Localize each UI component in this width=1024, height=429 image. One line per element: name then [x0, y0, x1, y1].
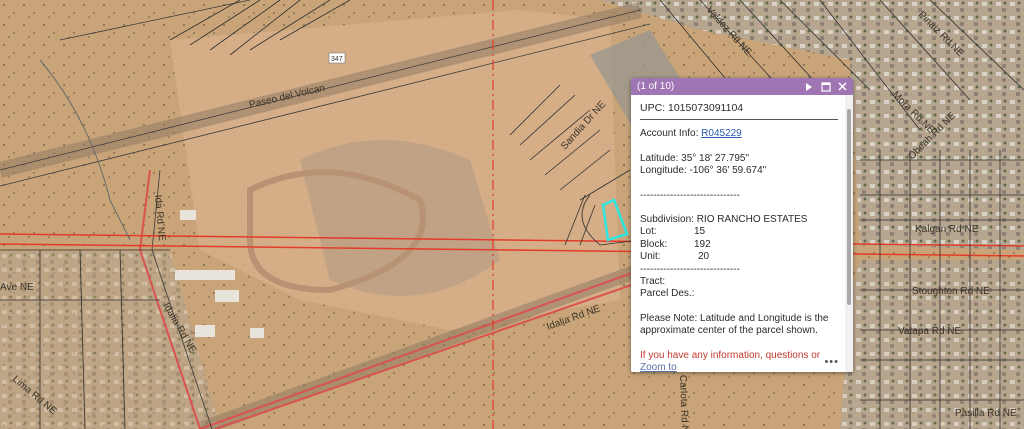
unit-value: 20 — [698, 251, 710, 263]
block-label: Block: — [640, 238, 668, 250]
play-icon[interactable] — [802, 80, 815, 93]
unit-row: Unit: 20 — [640, 251, 836, 263]
block-row: Block: 192 — [640, 239, 836, 251]
note-text: Please Note: Latitude and Longitude is t… — [640, 312, 829, 337]
longitude-text: Longitude: -106° 36' 59.674" — [640, 165, 767, 177]
block-value: 192 — [694, 238, 711, 250]
popup-scrollbar[interactable] — [845, 95, 853, 372]
more-actions-icon[interactable]: ••• — [824, 356, 839, 368]
feature-count: (1 of 10) — [637, 81, 675, 92]
upc-value: UPC: 1015073091104 — [640, 102, 838, 121]
lot-row: Lot: 15 — [640, 226, 836, 238]
label-stoughton-rd: Stoughton Rd NE — [912, 286, 990, 297]
label-carlota-rd: Carlota Rd NE — [677, 375, 690, 429]
account-label: Account Info: — [640, 128, 702, 140]
separator: ------------------------------ — [640, 189, 740, 201]
parcel-info-popup[interactable]: (1 of 10) UPC: 1015073091104 Account Inf… — [631, 78, 853, 372]
svg-text:347: 347 — [331, 56, 343, 63]
aerial-map[interactable]: Paseo del Volcan 347 Idalia Rd NE Ave NE… — [0, 0, 1024, 429]
latitude-text: Latitude: 35° 18' 27.795" — [640, 152, 749, 164]
close-icon[interactable] — [836, 80, 849, 93]
tract-text: Tract: — [640, 276, 666, 288]
disturbed-area — [300, 140, 500, 296]
parcel-des-text: Parcel Des.: — [640, 288, 695, 300]
subdivision-text: Subdivision: RIO RANCHO ESTATES — [640, 214, 808, 226]
scrollbar-thumb[interactable] — [847, 109, 851, 305]
account-link[interactable]: R045229 — [701, 128, 742, 139]
popup-content: UPC: 1015073091104 Account Info: R045229… — [631, 95, 845, 372]
separator: ------------------------------ — [640, 263, 740, 275]
lot-label: Lot: — [640, 226, 657, 238]
route-shield: 347 — [328, 52, 346, 64]
label-ave-ne: Ave NE — [0, 282, 34, 293]
info-text: If you have any information, questions o… — [640, 349, 821, 361]
label-vatapa-rd: Vatapa Rd NE — [898, 326, 962, 337]
account-info: Account Info: R045229 — [640, 128, 836, 140]
zoom-to-link[interactable]: Zoom to — [640, 362, 677, 372]
label-pasilla-rd: Pasilla Rd NE — [955, 408, 1017, 419]
maximize-icon[interactable] — [819, 80, 832, 93]
label-kalgan-rd: Kalgan Rd NE — [915, 224, 979, 235]
unit-label: Unit: — [640, 251, 661, 263]
popup-header: (1 of 10) — [631, 78, 853, 95]
lot-value: 15 — [694, 226, 706, 238]
